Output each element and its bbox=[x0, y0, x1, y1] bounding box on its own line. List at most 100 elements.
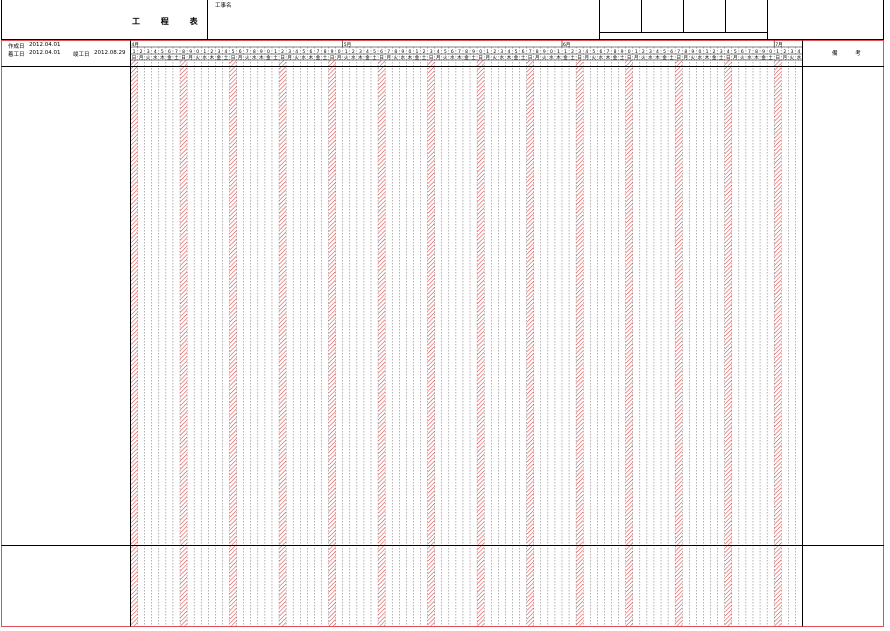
day-number: 3 bbox=[578, 49, 581, 55]
weekday-label: 土 bbox=[570, 54, 575, 61]
weekday-label: 月 bbox=[535, 55, 540, 61]
day-number: 9 bbox=[543, 49, 546, 55]
day-number: 7 bbox=[458, 49, 461, 55]
day-number: 2 bbox=[493, 49, 496, 55]
weekday-label: 水 bbox=[549, 54, 554, 61]
weekday-label: 金 bbox=[464, 54, 469, 61]
weekday-label: 月 bbox=[585, 55, 590, 61]
weekday-label: 火 bbox=[493, 55, 498, 61]
day-number: 0 bbox=[698, 49, 701, 55]
day-number: 4 bbox=[366, 49, 369, 55]
weekday-label: 水 bbox=[599, 54, 604, 61]
weekday-label: 火 bbox=[394, 55, 399, 61]
weekday-label: 月 bbox=[386, 55, 391, 61]
day-number: 4 bbox=[225, 49, 228, 55]
sunday-column bbox=[774, 60, 782, 627]
day-number: 8 bbox=[536, 49, 539, 55]
weekday-label: 金 bbox=[514, 54, 519, 61]
weekday-label: 月 bbox=[337, 55, 342, 61]
day-number: 5 bbox=[734, 49, 737, 55]
weekday-label: 火 bbox=[443, 55, 448, 61]
day-number: 6 bbox=[741, 49, 744, 55]
weekday-label: 日 bbox=[627, 55, 632, 61]
day-number: 7 bbox=[748, 49, 751, 55]
day-number: 1 bbox=[776, 49, 779, 55]
weekday-label: 火 bbox=[790, 55, 795, 61]
weekday-label: 水 bbox=[153, 54, 158, 61]
weekday-label: 木 bbox=[655, 54, 660, 61]
day-number: 9 bbox=[691, 49, 694, 55]
day-number: 1 bbox=[203, 49, 206, 55]
weekday-label: 土 bbox=[669, 54, 674, 61]
weekday-label: 日 bbox=[577, 55, 582, 61]
day-number: 6 bbox=[599, 49, 602, 55]
day-number: 2 bbox=[571, 49, 574, 55]
sunday-column bbox=[724, 60, 732, 627]
weekday-label: 日 bbox=[429, 55, 434, 61]
day-number: 3 bbox=[430, 49, 433, 55]
weekday-label: 月 bbox=[188, 55, 193, 61]
day-number: 8 bbox=[324, 49, 327, 55]
weekday-label: 日 bbox=[478, 55, 483, 61]
month-label: 4月 bbox=[132, 42, 139, 48]
weekday-label: 木 bbox=[705, 54, 710, 61]
day-number: 6 bbox=[451, 49, 454, 55]
weekday-label: 月 bbox=[783, 55, 788, 61]
schedule-grid: 4月1日2月3火4水5木6金7土8日9月0火1水2木3金4土5日6月7火8水9木… bbox=[1, 40, 884, 627]
day-number: 4 bbox=[656, 49, 659, 55]
weekday-label: 金 bbox=[266, 54, 271, 61]
weekday-label: 金 bbox=[365, 54, 370, 61]
weekday-label: 木 bbox=[309, 54, 314, 61]
weekday-label: 日 bbox=[181, 55, 186, 61]
day-number: 6 bbox=[239, 49, 242, 55]
day-number: 7 bbox=[387, 49, 390, 55]
weekday-label: 日 bbox=[379, 55, 384, 61]
weekday-label: 木 bbox=[457, 54, 462, 61]
day-number: 8 bbox=[253, 49, 256, 55]
day-number: 8 bbox=[755, 49, 758, 55]
weekday-label: 月 bbox=[733, 55, 738, 61]
month-label: 6月 bbox=[563, 42, 570, 48]
day-number: 6 bbox=[670, 49, 673, 55]
weekday-label: 日 bbox=[132, 55, 137, 61]
day-number: 7 bbox=[175, 49, 178, 55]
day-number: 1 bbox=[345, 49, 348, 55]
day-number: 3 bbox=[649, 49, 652, 55]
day-number: 8 bbox=[684, 49, 687, 55]
sunday-column bbox=[427, 60, 435, 627]
day-number: 5 bbox=[373, 49, 376, 55]
day-number: 3 bbox=[288, 49, 291, 55]
weekday-label: 金 bbox=[761, 54, 766, 61]
sunday-column bbox=[625, 60, 633, 627]
weekday-label: 水 bbox=[252, 54, 257, 61]
sunday-column bbox=[526, 60, 534, 627]
day-number: 2 bbox=[140, 49, 143, 55]
day-number: 3 bbox=[359, 49, 362, 55]
day-number: 3 bbox=[720, 49, 723, 55]
day-number: 4 bbox=[585, 49, 588, 55]
day-number: 0 bbox=[338, 49, 341, 55]
day-number: 5 bbox=[663, 49, 666, 55]
weekday-label: 水 bbox=[747, 54, 752, 61]
weekday-label: 木 bbox=[408, 54, 413, 61]
sunday-column bbox=[229, 60, 237, 627]
weekday-label: 金 bbox=[563, 54, 568, 61]
day-number: 4 bbox=[727, 49, 730, 55]
weekday-label: 月 bbox=[139, 55, 144, 61]
day-number: 1 bbox=[635, 49, 638, 55]
day-number: 6 bbox=[309, 49, 312, 55]
weekday-label: 水 bbox=[648, 54, 653, 61]
weekday-label: 日 bbox=[280, 55, 285, 61]
weekday-label: 木 bbox=[556, 54, 561, 61]
weekday-label: 日 bbox=[528, 55, 533, 61]
day-number: 9 bbox=[260, 49, 263, 55]
weekday-label: 土 bbox=[224, 54, 229, 61]
weekday-label: 金 bbox=[662, 54, 667, 61]
day-number: 1 bbox=[486, 49, 489, 55]
weekday-label: 木 bbox=[210, 54, 215, 61]
day-number: 1 bbox=[416, 49, 419, 55]
weekday-label: 日 bbox=[726, 55, 731, 61]
month-label: 5月 bbox=[344, 42, 351, 48]
day-number: 6 bbox=[522, 49, 525, 55]
day-number: 7 bbox=[529, 49, 532, 55]
